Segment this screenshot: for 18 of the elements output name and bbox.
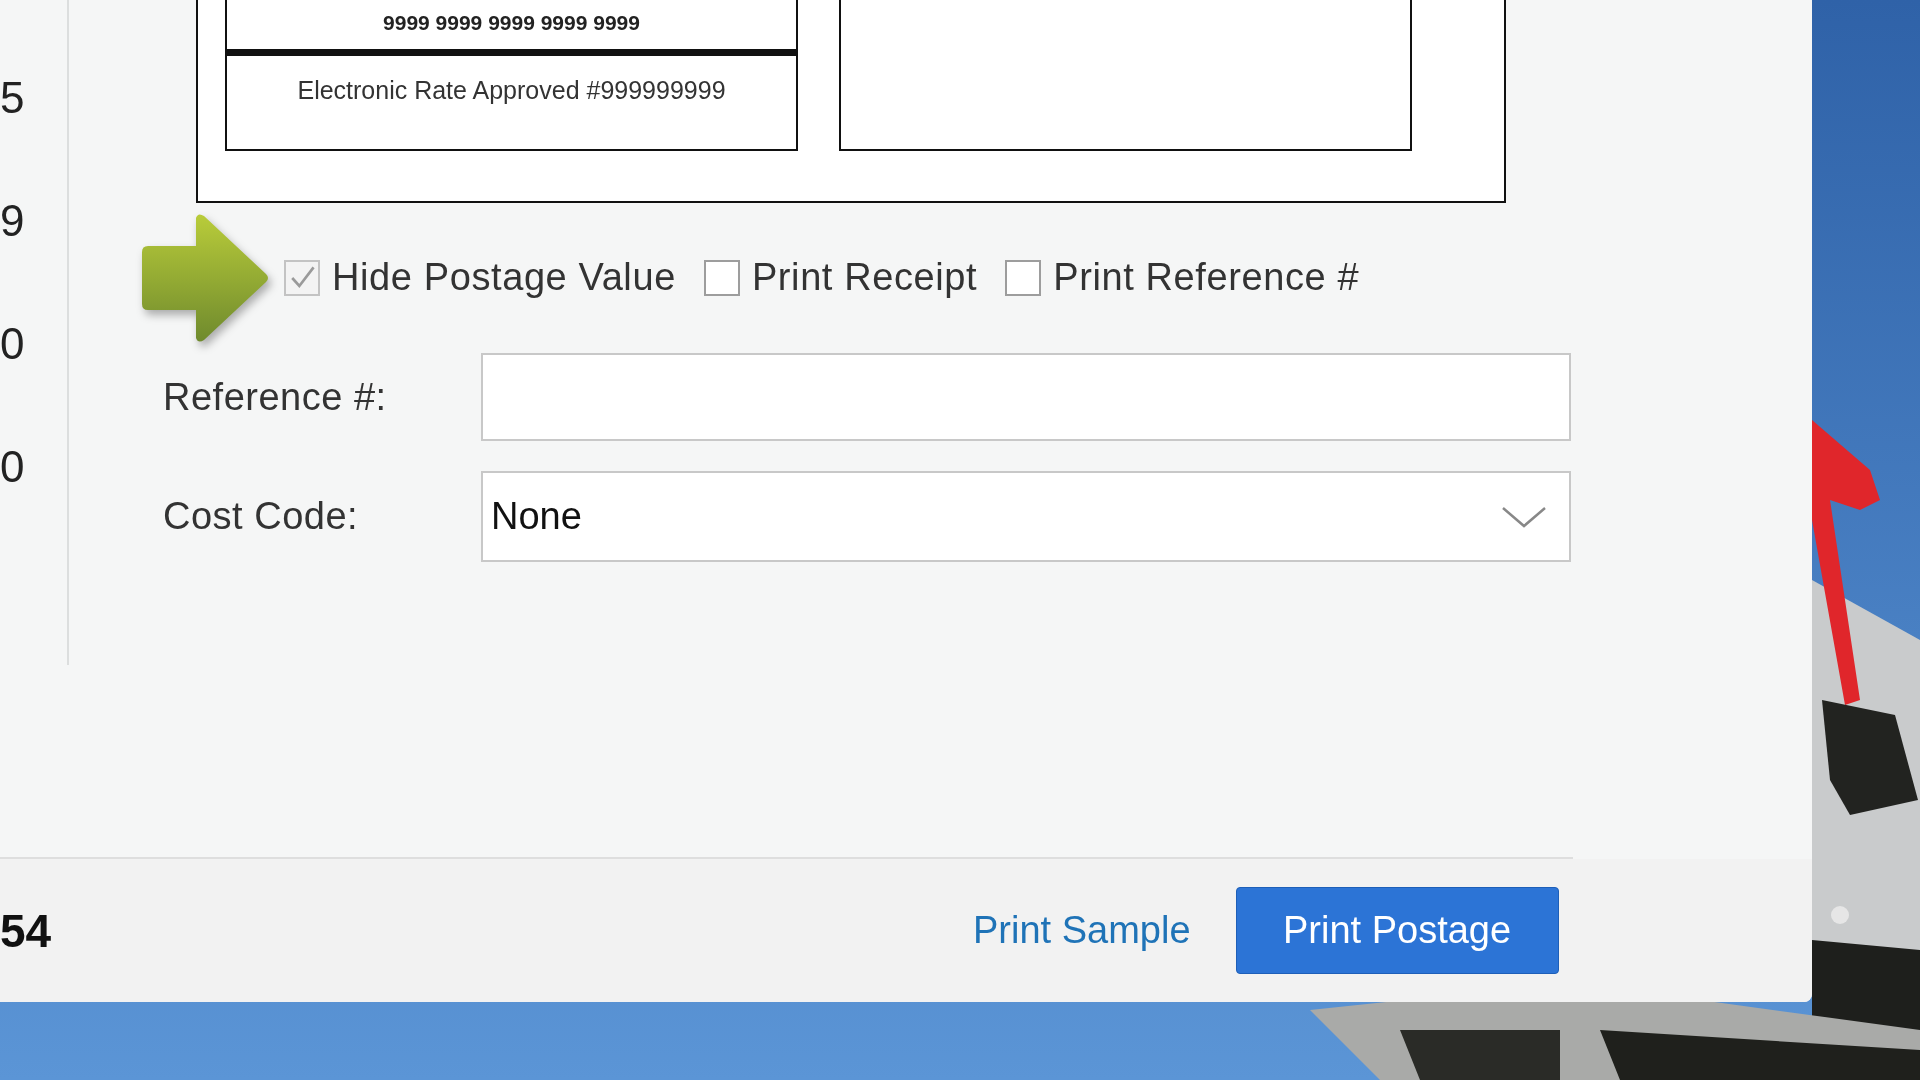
amount-text: 5 — [0, 72, 26, 124]
cost-code-label: Cost Code: — [163, 495, 360, 538]
checkbox-option[interactable]: Print Receipt — [703, 256, 978, 299]
reference-label: Reference #: — [163, 375, 388, 419]
print-postage-button[interactable]: Print Postage — [1235, 887, 1559, 974]
checkbox[interactable] — [1005, 259, 1042, 296]
checkbox-option[interactable]: Print Reference # — [1005, 256, 1360, 299]
total-amount: 54 — [0, 903, 53, 958]
print-sample-link[interactable]: Print Sample — [973, 909, 1191, 952]
amount-text: 9 — [0, 195, 26, 247]
tracking-number: 9999 9999 9999 9999 9999 — [383, 10, 640, 36]
checkbox[interactable] — [703, 259, 740, 296]
rate-text: Electronic Rate Approved #999999999 — [297, 76, 726, 105]
reference-field[interactable] — [481, 353, 1571, 441]
amount-text: 0 — [0, 441, 26, 493]
chevron-down-icon — [1501, 504, 1547, 529]
amount-text: 0 — [0, 318, 26, 370]
cost-code-dropdown[interactable]: None — [481, 471, 1571, 562]
